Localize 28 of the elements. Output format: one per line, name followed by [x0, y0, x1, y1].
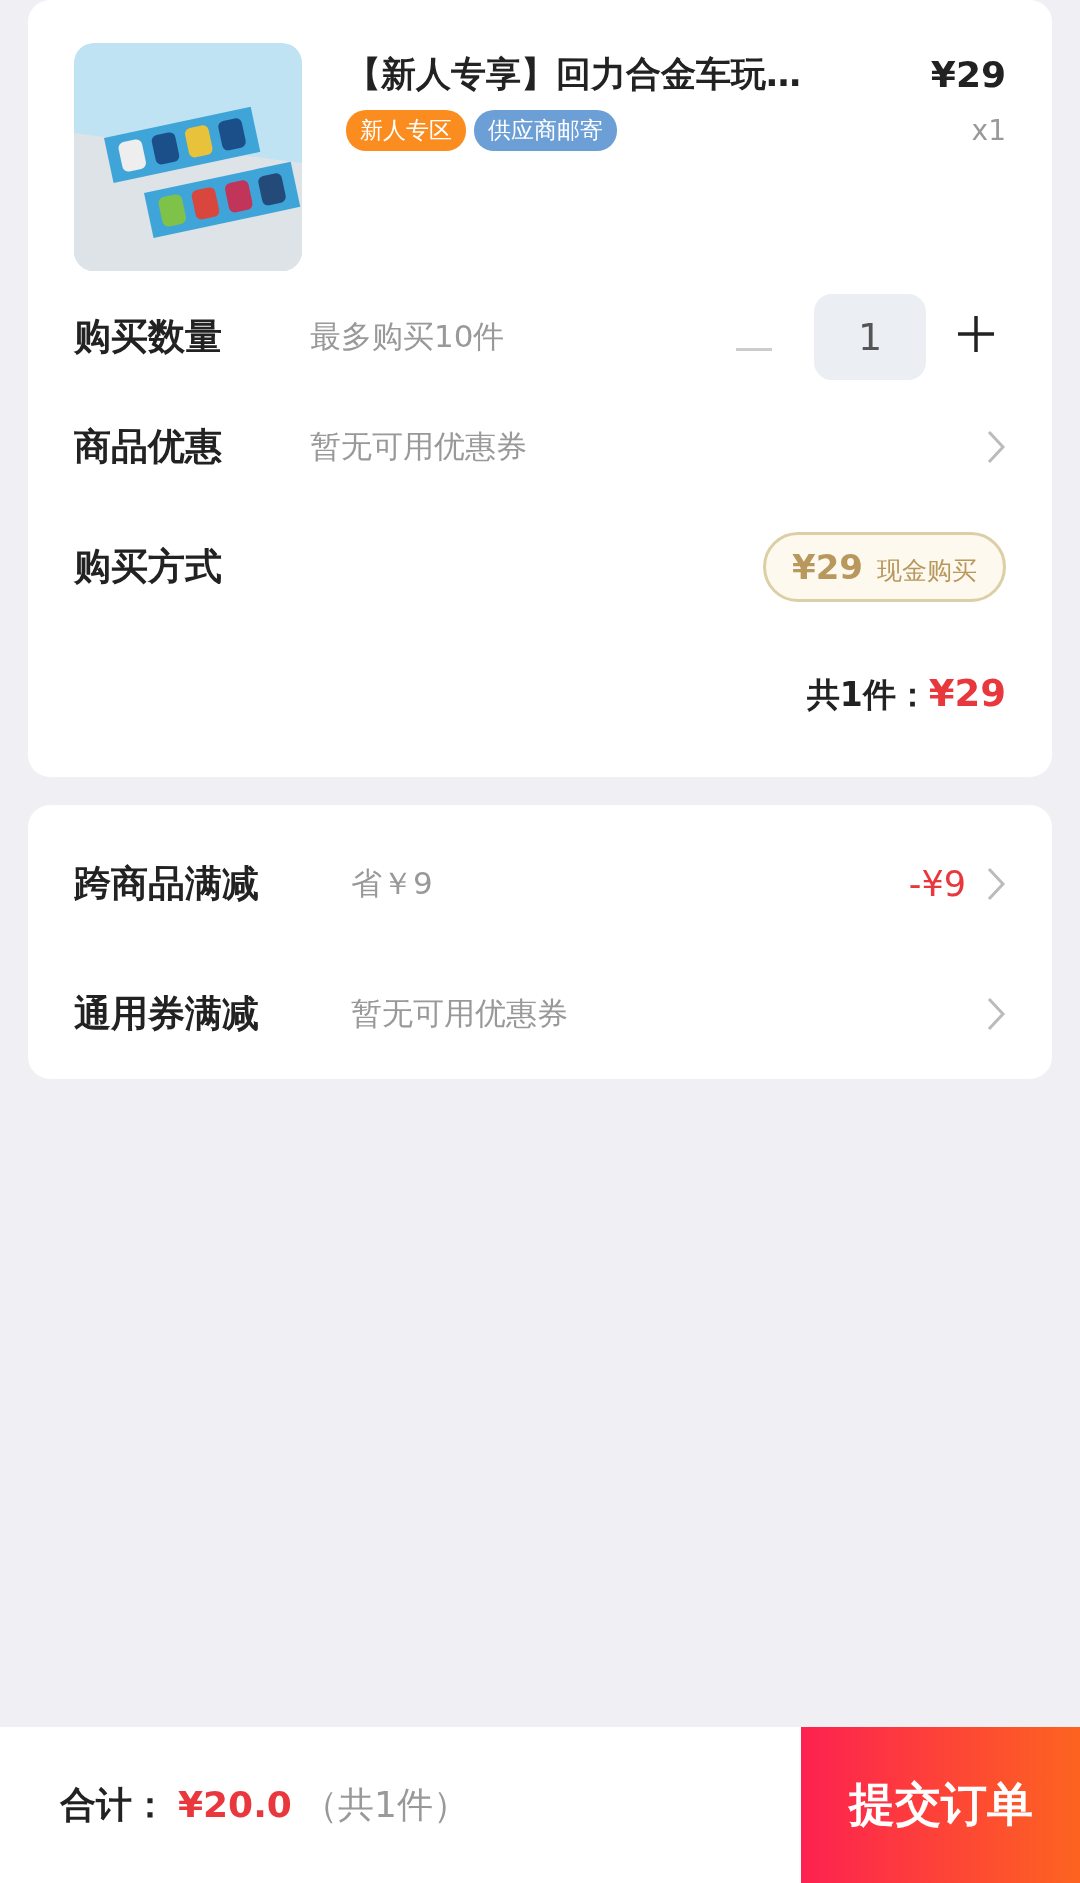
row-label: 跨商品满减: [74, 861, 260, 907]
plus-icon: [958, 316, 994, 352]
chevron-right-icon: [986, 996, 1006, 1032]
hint-text: 暂无可用优惠券: [310, 427, 528, 466]
submit-order-button[interactable]: 提交订单: [801, 1727, 1080, 1883]
product-price: ¥29: [930, 54, 1006, 95]
quantity-text: x1: [971, 114, 1006, 147]
hint-text: 暂无可用优惠券: [351, 994, 569, 1033]
hint-text: 最多购买10件: [310, 317, 506, 356]
row-label: 通用券满减: [74, 991, 260, 1037]
hint-text: 省￥9: [351, 864, 434, 903]
subtotal-label: 共1件：: [806, 674, 929, 716]
quantity-field[interactable]: 1: [814, 294, 926, 380]
minus-icon: [736, 348, 772, 352]
total-amount: ¥20.0: [178, 1783, 292, 1825]
payment-option[interactable]: ¥29 现金购买: [763, 532, 1006, 602]
chevron-right-icon: [986, 866, 1006, 902]
row-label: 商品优惠: [74, 424, 223, 470]
total-label: 合计：: [60, 1782, 168, 1827]
item-count: （共1件）: [301, 1782, 469, 1827]
row-label: 购买方式: [74, 544, 223, 590]
tag: 供应商邮寄: [474, 110, 617, 151]
chevron-right-icon: [986, 429, 1006, 465]
discount-amount: -¥9: [908, 864, 966, 904]
subtotal-amount: ¥29: [928, 672, 1006, 715]
product-title: 【新人专享】回力合金车玩…: [346, 53, 801, 96]
tag: 新人专区: [346, 110, 466, 151]
row-label: 购买数量: [74, 314, 223, 360]
